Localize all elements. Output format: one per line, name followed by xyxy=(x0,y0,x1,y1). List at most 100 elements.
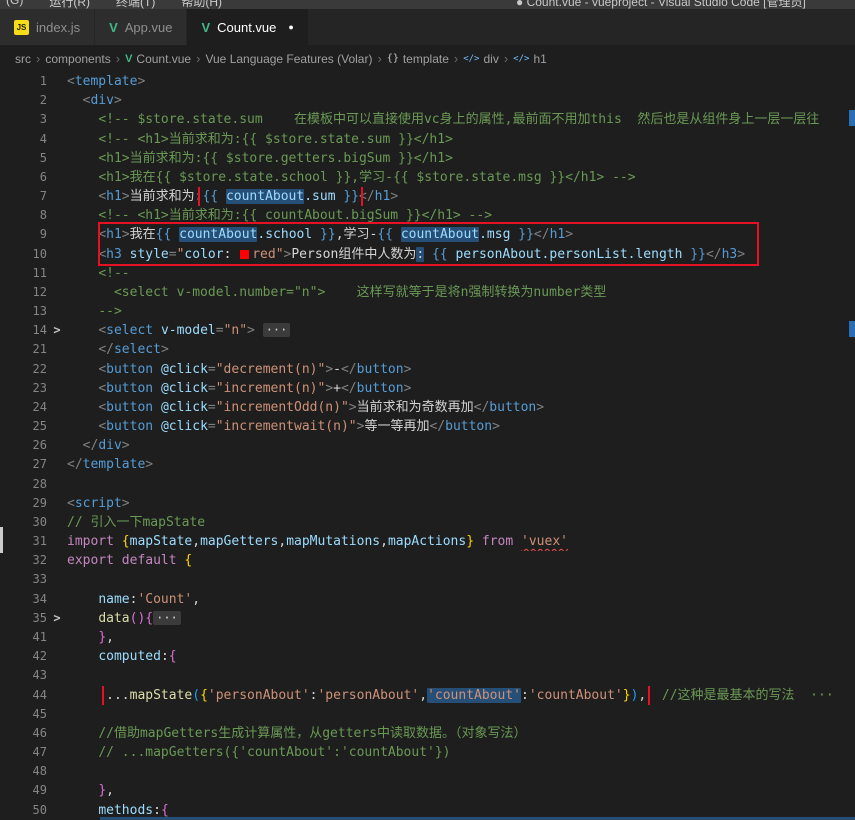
line-number[interactable]: 21 xyxy=(0,340,47,359)
tab-app-vue[interactable]: V App.vue xyxy=(95,9,188,45)
line-number[interactable]: 13 xyxy=(0,302,47,321)
breadcrumb-item-div[interactable]: </> div xyxy=(463,52,499,66)
line-number[interactable]: 46 xyxy=(0,724,47,743)
code-line[interactable]: 29 <script> xyxy=(0,494,855,513)
breadcrumb-item-count-vue[interactable]: V Count.vue xyxy=(125,52,191,66)
code-line[interactable]: 4 <!-- <h1>当前求和为:{{ $store.state.sum }}<… xyxy=(0,130,855,149)
code-line[interactable]: 9 <h1>我在{{ countAbout.school }},学习-{{ co… xyxy=(0,225,855,244)
line-number[interactable]: 43 xyxy=(0,666,47,685)
line-number[interactable]: 42 xyxy=(0,647,47,666)
tab-index-js[interactable]: JS index.js xyxy=(0,9,96,45)
line-number[interactable]: 2 xyxy=(0,91,47,110)
code-line[interactable]: 28 xyxy=(0,475,855,494)
code-line[interactable]: 7 <h1>当前求和为:{{ countAbout.sum }}</h1> xyxy=(0,187,855,207)
line-number[interactable]: 4 xyxy=(0,130,47,149)
code-line[interactable]: 10 <h3 style="color: red">Person组件中人数为: … xyxy=(0,245,855,264)
code-line[interactable]: 47 // ...mapGetters({'countAbout':'count… xyxy=(0,743,855,762)
breadcrumb-item-template[interactable]: {} template xyxy=(387,52,449,66)
code-line[interactable]: 1 <template> xyxy=(0,72,855,91)
code-line[interactable]: 32 export default { xyxy=(0,551,855,570)
line-number[interactable]: 3 xyxy=(0,110,47,129)
line-number[interactable]: 32 xyxy=(0,551,47,570)
code-line[interactable]: 6 <h1>我在{{ $store.state.school }},学习-{{ … xyxy=(0,168,855,187)
line-number[interactable]: 44 xyxy=(0,686,47,705)
code-line[interactable]: 48 xyxy=(0,762,855,781)
code-line[interactable]: 11 <!-- xyxy=(0,264,855,283)
line-number[interactable]: 29 xyxy=(0,494,47,513)
line-number[interactable]: 41 xyxy=(0,628,47,647)
breadcrumb-item-h1[interactable]: </> h1 xyxy=(513,52,547,66)
line-number[interactable]: 9 xyxy=(0,225,47,244)
tab-count-vue[interactable]: V Count.vue ● xyxy=(187,9,309,45)
menu-item[interactable]: 运行(R) xyxy=(49,0,90,9)
line-number[interactable]: 11 xyxy=(0,264,47,283)
fold-chevron-icon[interactable]: > xyxy=(47,609,67,628)
code-line[interactable]: 23 <button @click="increment(n)">+</butt… xyxy=(0,379,855,398)
line-number[interactable]: 28 xyxy=(0,475,47,494)
code-line[interactable]: 31 import {mapState,mapGetters,mapMutatio… xyxy=(0,532,855,551)
code-line[interactable]: 30 // 引入一下mapState xyxy=(0,513,855,532)
line-number[interactable]: 14 xyxy=(0,321,47,340)
code-line[interactable]: 27 </template> xyxy=(0,455,855,474)
code-line[interactable]: 34 name:'Count', xyxy=(0,590,855,609)
line-number[interactable]: 10 xyxy=(0,245,47,264)
code-line[interactable]: 25 <button @click="incrementwait(n)">等一等… xyxy=(0,417,855,436)
line-number[interactable]: 25 xyxy=(0,417,47,436)
code-line[interactable]: 44 ...mapState({'personAbout':'personAbo… xyxy=(0,685,855,705)
code-line[interactable]: 21 </select> xyxy=(0,340,855,359)
code-line[interactable]: 22 <button @click="decrement(n)">-</butt… xyxy=(0,360,855,379)
code-line[interactable]: 35 > data(){··· xyxy=(0,609,855,628)
line-number[interactable]: 34 xyxy=(0,590,47,609)
code-line[interactable]: 33 xyxy=(0,570,855,589)
breadcrumb-item-components[interactable]: components xyxy=(45,52,110,66)
line-number[interactable]: 22 xyxy=(0,360,47,379)
color-swatch[interactable] xyxy=(240,249,250,259)
code-line[interactable]: 12 <select v-model.number="n"> 这样写就等于是将n… xyxy=(0,283,855,302)
fold-chevron-icon[interactable]: > xyxy=(47,321,67,340)
line-number[interactable]: 47 xyxy=(0,743,47,762)
code-line[interactable]: 8 <!-- <h1>当前求和为:{{ countAbout.bigSum }}… xyxy=(0,206,855,225)
line-number[interactable]: 50 xyxy=(0,801,47,820)
line-number[interactable]: 49 xyxy=(0,781,47,800)
code-line[interactable]: 14 > <select v-model="n"> ··· xyxy=(0,321,855,340)
menu-item[interactable]: 帮助(H) xyxy=(181,0,222,9)
menu-item[interactable]: (G) xyxy=(6,0,23,9)
code-line[interactable]: 26 </div> xyxy=(0,436,855,455)
line-number[interactable]: 33 xyxy=(0,570,47,589)
code-line[interactable]: 5 <h1>当前求和为:{{ $store.getters.bigSum }}<… xyxy=(0,149,855,168)
line-number[interactable]: 8 xyxy=(0,206,47,225)
code-line[interactable]: 43 xyxy=(0,666,855,685)
code-line[interactable]: 2 <div> xyxy=(0,91,855,110)
code-line[interactable]: 49 }, xyxy=(0,781,855,800)
menu-item[interactable]: 终端(T) xyxy=(116,0,155,9)
line-number[interactable]: 24 xyxy=(0,398,47,417)
code-editor[interactable]: 1 <template> 2 <div> 3 <!-- $store.state.su… xyxy=(0,72,855,820)
line-number[interactable]: 27 xyxy=(0,455,47,474)
line-number[interactable]: 31 xyxy=(0,532,47,551)
code-line[interactable]: 46 //借助mapGetters生成计算属性，从getters中读取数据。（对… xyxy=(0,724,855,743)
line-number[interactable]: 48 xyxy=(0,762,47,781)
code-line[interactable]: 13 --> xyxy=(0,302,855,321)
line-number[interactable]: 35 xyxy=(0,609,47,628)
code-line[interactable]: 3 <!-- $store.state.sum 在模板中可以直接使用vc身上的属… xyxy=(0,110,855,129)
line-number[interactable]: 1 xyxy=(0,72,47,91)
line-number[interactable]: 6 xyxy=(0,168,47,187)
line-number[interactable]: 23 xyxy=(0,379,47,398)
code-line[interactable]: 24 <button @click="incrementOdd(n)">当前求和… xyxy=(0,398,855,417)
code-line[interactable]: 45 xyxy=(0,705,855,724)
line-number[interactable]: 5 xyxy=(0,149,47,168)
line-number[interactable]: 45 xyxy=(0,705,47,724)
breadcrumb-item-vue-language-features-volar-[interactable]: Vue Language Features (Volar) xyxy=(205,52,372,66)
window-title: ● Count.vue - vueproject - Visual Studio… xyxy=(516,0,806,9)
code-token: data xyxy=(98,610,130,626)
code-line[interactable]: 42 computed:{ xyxy=(0,647,855,666)
code-line[interactable]: 41 }, xyxy=(0,628,855,647)
code-text: import {mapState,mapGetters,mapMutations… xyxy=(67,532,855,551)
breadcrumb-item-src[interactable]: src xyxy=(15,52,31,66)
vue-icon: V xyxy=(109,19,118,35)
line-number[interactable]: 7 xyxy=(0,187,47,206)
line-number[interactable]: 30 xyxy=(0,513,47,532)
line-number[interactable]: 26 xyxy=(0,436,47,455)
line-number[interactable]: 12 xyxy=(0,283,47,302)
